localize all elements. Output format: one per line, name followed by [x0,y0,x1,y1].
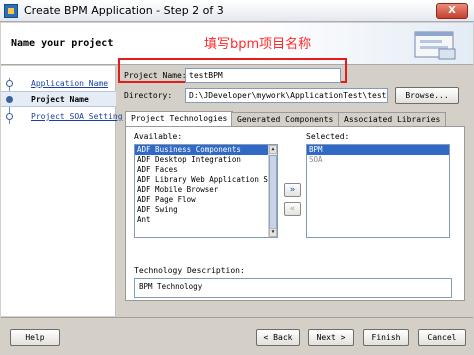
wizard-illustration-icon [414,31,456,60]
step-done-icon [6,80,13,87]
available-scrollbar[interactable]: ▲ ▼ [268,145,277,237]
step-label: Application Name [31,79,109,88]
tab-generated-components[interactable]: Generated Components [231,112,340,126]
step-project-name[interactable]: Project Name [1,91,116,107]
double-arrow-left-icon: « [289,204,296,214]
tab-project-technologies[interactable]: Project Technologies [125,111,234,127]
page-title: Name your project [11,38,114,49]
add-selected-button[interactable]: » [284,183,301,197]
wizard-steps: Application Name Project Name Project SO… [1,66,123,316]
list-item[interactable]: ADF Library Web Application Su [135,175,277,185]
wizard-content: Project Name: testBPM Directory: D:\JDev… [117,58,473,316]
annotation-text: 填写bpm项目名称 [204,37,312,52]
close-button[interactable]: X [436,3,468,19]
back-button[interactable]: < Back [256,329,300,346]
step-label: Project Name [31,95,89,104]
directory-label: Directory: [124,91,173,100]
help-button[interactable]: Help [10,329,60,346]
step-application-name[interactable]: Application Name [1,76,116,92]
technology-description-text: BPM Technology [134,278,452,298]
selected-list[interactable]: BPM SOA [306,144,450,238]
technology-description-label: Technology Description: [134,266,245,275]
remove-selected-button[interactable]: « [284,202,301,216]
step-project-soa-setting[interactable]: Project SOA Setting [1,109,123,125]
list-item[interactable]: Ant [135,215,277,225]
project-name-input[interactable]: testBPM [185,68,341,83]
scroll-down-icon[interactable]: ▼ [269,228,277,237]
window-title: Create BPM Application - Step 2 of 3 [24,4,224,17]
application-icon [4,4,18,18]
list-item[interactable]: ADF Mobile Browser [135,185,277,195]
project-name-label: Project Name: [124,71,187,80]
browse-button[interactable]: Browse... [395,87,459,104]
finish-button[interactable]: Finish [363,329,409,346]
scrollbar-thumb[interactable] [269,155,277,230]
project-technologies-panel: Available: ADF Business Components ADF De… [125,126,465,301]
list-item[interactable]: ADF Page Flow [135,195,277,205]
list-item[interactable]: ADF Faces [135,165,277,175]
step-current-icon [6,96,13,103]
available-label: Available: [134,132,183,141]
available-items: ADF Business Components ADF Desktop Integ… [135,145,277,225]
selected-label: Selected: [306,132,350,141]
step-todo-icon [6,113,13,120]
list-item[interactable]: ADF Swing [135,205,277,215]
scroll-up-icon[interactable]: ▲ [269,145,277,154]
directory-input[interactable]: D:\JDeveloper\mywork\ApplicationTest\tes… [185,88,388,103]
wizard-footer: Help < Back Next > Finish Cancel [1,317,473,355]
available-list[interactable]: ADF Business Components ADF Desktop Integ… [134,144,278,238]
list-item[interactable]: SOA [307,155,449,165]
step-label: Project SOA Setting [31,112,123,121]
list-item[interactable]: ADF Business Components [135,145,277,155]
double-arrow-right-icon: » [289,185,296,195]
selected-items: BPM SOA [307,145,449,165]
list-item[interactable]: ADF Desktop Integration [135,155,277,165]
list-item[interactable]: BPM [307,145,449,155]
cancel-button[interactable]: Cancel [418,329,466,346]
title-bar: Create BPM Application - Step 2 of 3 X [0,0,474,22]
next-button[interactable]: Next > [308,329,354,346]
tab-associated-libraries[interactable]: Associated Libraries [338,112,447,126]
